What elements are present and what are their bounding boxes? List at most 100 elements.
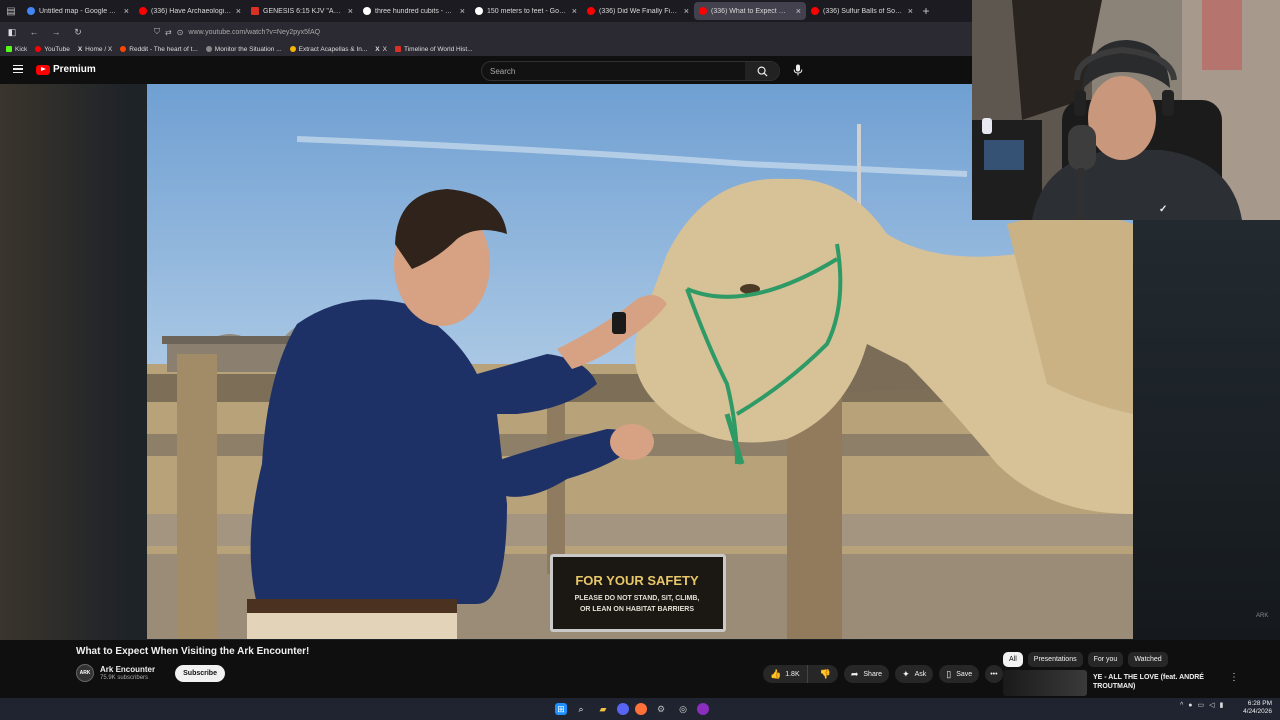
ask-label: Ask <box>914 670 927 678</box>
bookmark-favicon-icon <box>6 46 12 52</box>
menu-icon[interactable] <box>13 65 23 73</box>
firefox-icon[interactable] <box>635 703 647 715</box>
subscribe-button[interactable]: Subscribe <box>175 664 225 682</box>
like-dislike-group: 👍 1.8K 👎 <box>763 665 838 683</box>
tab-close-icon[interactable]: × <box>796 6 801 16</box>
bookmark-favicon-icon <box>394 46 401 52</box>
x-logo-icon: X <box>77 45 83 53</box>
clock[interactable]: 6:28 PM 4/24/2026 <box>1240 700 1272 716</box>
browser-tab-active[interactable]: (336) What to Expect When × <box>694 2 806 20</box>
browser-nav-bar: ◧ ← → ↻ ⛉ ⇄ ⊙ www.youtube.com/watch?v=Ne… <box>0 22 972 42</box>
system-tray: ^ ● ▭ ◁ ▮ <box>1180 701 1224 710</box>
sidebar-toggle-icon[interactable]: ◧ <box>6 27 18 38</box>
bookmark-favicon-icon <box>205 46 212 52</box>
reload-icon[interactable]: ↻ <box>72 27 84 38</box>
settings-icon[interactable]: ⚙ <box>653 701 669 717</box>
network-icon[interactable]: ▭ <box>1198 701 1205 709</box>
bookmark-item[interactable]: X Home / X <box>78 46 112 53</box>
safety-sign-title: FOR YOUR SAFETY <box>575 573 699 588</box>
share-icon: ➦ <box>850 668 859 679</box>
bookmark-item[interactable]: Extract Acapellas & In... <box>289 46 367 53</box>
tab-title: 150 meters to feet - Google Se <box>487 7 568 15</box>
chip-for-you[interactable]: For you <box>1087 652 1124 667</box>
file-explorer-icon[interactable]: ▰ <box>595 701 611 717</box>
tab-title: (336) Did We Finally Find Noah <box>599 7 680 15</box>
tab-favicon-icon <box>699 7 707 15</box>
bookmark-item[interactable]: Monitor the Situation ... <box>205 46 282 53</box>
search-icon[interactable]: ⌕ <box>573 701 589 717</box>
like-button[interactable]: 👍 1.8K <box>763 665 808 683</box>
browser-tab[interactable]: 150 meters to feet - Google Se × <box>470 0 582 22</box>
save-label: Save <box>956 670 973 678</box>
tab-close-icon[interactable]: × <box>348 6 353 16</box>
browser-tab[interactable]: (336) Did We Finally Find Noah × <box>582 0 694 22</box>
more-options-icon[interactable]: ⋮ <box>1229 670 1239 696</box>
new-tab-icon[interactable]: + <box>918 4 934 18</box>
dislike-button[interactable]: 👎 <box>813 665 838 683</box>
browser-tab[interactable]: three hundred cubits - Google × <box>358 0 470 22</box>
youtube-logo[interactable]: Premium <box>36 64 96 75</box>
tab-close-icon[interactable]: × <box>460 6 465 16</box>
more-actions-button[interactable]: ••• <box>985 665 1003 683</box>
lock-icon[interactable]: ⊙ <box>177 28 184 37</box>
bookmark-favicon-icon <box>120 46 127 52</box>
tab-close-icon[interactable]: × <box>908 6 913 16</box>
screen: ▤ Untitled map - Google Earth × (336) Ha… <box>0 0 1280 720</box>
tab-close-icon[interactable]: × <box>124 6 129 16</box>
recommended-title[interactable]: YE - ALL THE LOVE (feat. ANDRÉ TROUTMAN) <box>1093 670 1223 696</box>
chrome-icon[interactable]: ◎ <box>675 701 691 717</box>
chip-presentations[interactable]: Presentations <box>1027 652 1083 667</box>
channel-row: ARK Ark Encounter 75.9K subscribers Subs… <box>76 664 225 682</box>
tab-title: (336) Sulfur Balls of Sodom and <box>823 7 904 15</box>
forward-icon[interactable]: → <box>50 27 62 37</box>
tab-favicon-icon <box>251 7 259 15</box>
share-button[interactable]: ➦ Share <box>843 665 890 683</box>
search-input[interactable] <box>482 66 742 76</box>
permissions-icon[interactable]: ⇄ <box>165 28 172 37</box>
microphone-tray-icon[interactable]: ● <box>1188 702 1192 709</box>
recommended-video[interactable]: YE - ALL THE LOVE (feat. ANDRÉ TROUTMAN)… <box>1003 670 1273 696</box>
recommended-thumbnail[interactable] <box>1003 670 1087 696</box>
browser-tab[interactable]: (336) Sulfur Balls of Sodom and × <box>806 0 918 22</box>
search-icon <box>757 66 768 77</box>
bookmark-item[interactable]: Reddit - The heart of t... <box>120 46 198 53</box>
start-icon[interactable]: ⊞ <box>555 703 567 715</box>
bookmark-item[interactable]: Kick <box>6 46 27 53</box>
search-button[interactable] <box>745 62 779 80</box>
obs-icon[interactable] <box>697 703 709 715</box>
search-box <box>481 61 780 81</box>
taskbar-apps: ⊞ ⌕ ▰ ⚙ ◎ <box>555 701 709 717</box>
back-icon[interactable]: ← <box>28 27 40 37</box>
tab-close-icon[interactable]: × <box>572 6 577 16</box>
save-button[interactable]: ▯ Save <box>939 665 980 683</box>
channel-avatar[interactable]: ARK <box>76 664 94 682</box>
browser-tab[interactable]: GENESIS 6:15 KJV "And this is t × <box>246 0 358 22</box>
tray-chevron-icon[interactable]: ^ <box>1180 702 1183 709</box>
battery-icon[interactable]: ▮ <box>1220 701 1224 709</box>
browser-tab[interactable]: (336) Have Archaeologists Foun × <box>134 0 246 22</box>
more-icon: ••• <box>990 670 998 678</box>
bookmark-label: Timeline of World Hist... <box>403 45 473 53</box>
bookmark-item[interactable]: Timeline of World Hist... <box>394 45 473 53</box>
bookmark-item[interactable]: XX <box>375 46 387 53</box>
bookmark-label: Reddit - The heart of t... <box>129 45 198 53</box>
tab-close-icon[interactable]: × <box>684 6 689 16</box>
tab-list-icon[interactable]: ▤ <box>0 0 22 22</box>
channel-name[interactable]: Ark Encounter <box>100 665 155 674</box>
bookmark-item[interactable]: YouTube <box>35 46 70 53</box>
ask-button[interactable]: ✦ Ask <box>895 665 934 683</box>
browser-tab[interactable]: Untitled map - Google Earth × <box>22 0 134 22</box>
voice-search-button[interactable] <box>790 62 806 78</box>
taskbar: ⊞ ⌕ ▰ ⚙ ◎ ^ ● ▭ ◁ ▮ 6:28 PM 4/24/2026 <box>0 698 1280 720</box>
chip-all[interactable]: All <box>1003 652 1023 667</box>
address-bar[interactable]: ⛉ ⇄ ⊙ www.youtube.com/watch?v=Ney2pyx5fA… <box>154 27 320 37</box>
tab-title: GENESIS 6:15 KJV "And this is t <box>263 7 344 15</box>
bookmark-label: X <box>382 45 387 53</box>
url-text[interactable]: www.youtube.com/watch?v=Ney2pyx5fAQ <box>188 29 320 36</box>
discord-icon[interactable] <box>617 703 629 715</box>
tab-title: (336) Have Archaeologists Foun <box>151 7 232 15</box>
tab-close-icon[interactable]: × <box>236 6 241 16</box>
chip-watched[interactable]: Watched <box>1128 652 1168 667</box>
shield-icon[interactable]: ⛉ <box>154 27 160 37</box>
volume-icon[interactable]: ◁ <box>1209 701 1214 709</box>
